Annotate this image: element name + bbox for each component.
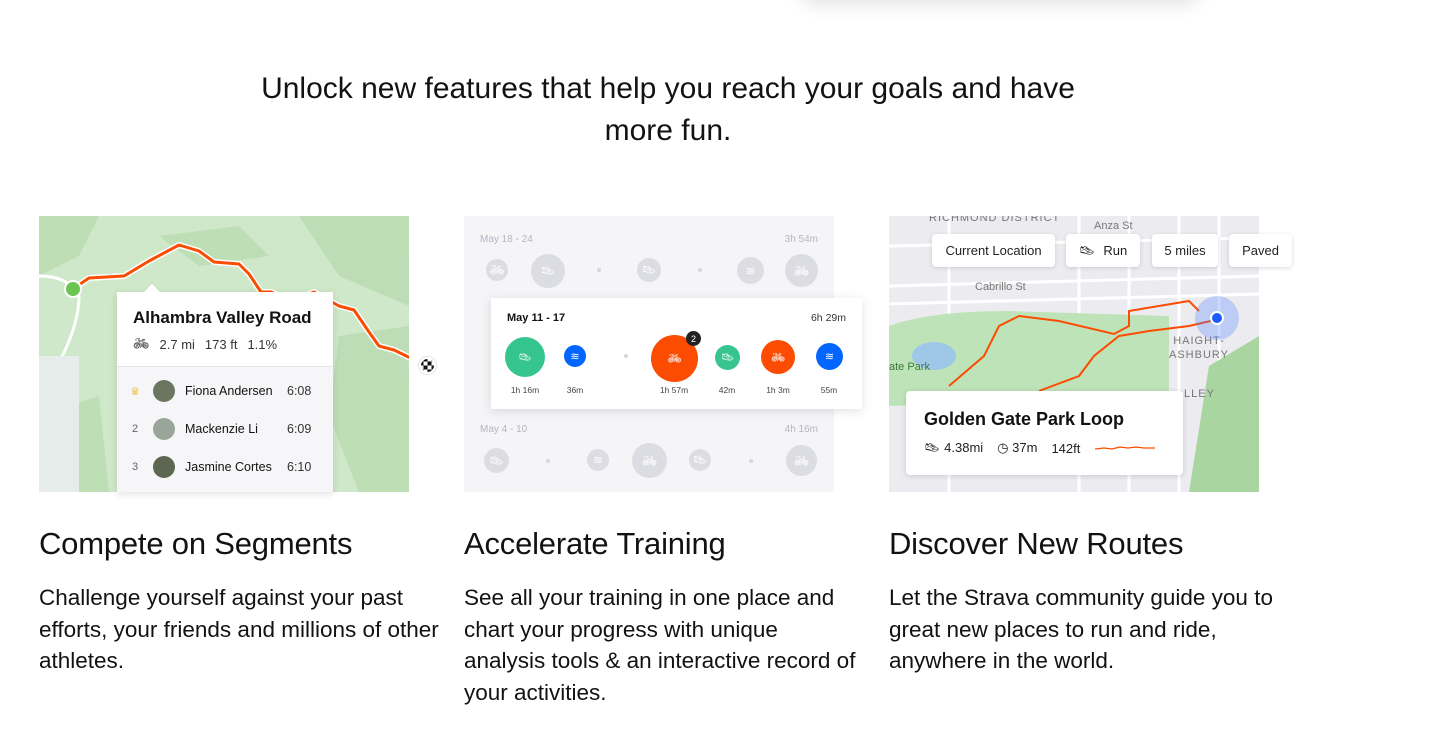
route-time: 37m (1012, 440, 1038, 455)
route-card[interactable]: Golden Gate Park Loop 👟︎ 4.38mi ◷ 37m 14… (906, 391, 1183, 475)
week-label: May 18 - 24 (480, 234, 533, 245)
activity-duration: 1h 16m (510, 385, 540, 395)
ride-activity-icon[interactable]: 🚲︎ (761, 340, 795, 374)
athlete-time: 6:08 (287, 384, 312, 398)
feature-description: See all your training in one place and c… (464, 585, 856, 705)
route-distance: 4.38mi (944, 440, 984, 455)
feature-training: May 18 - 24 3h 54m 🚲︎ 👟︎ 👟︎ ≋ 🚲︎ May 4 -… (464, 216, 862, 705)
avatar (153, 380, 175, 402)
bike-icon: 🚲︎ (486, 259, 508, 281)
bike-icon: 🚲︎ (785, 254, 818, 287)
bike-icon: 🚲︎ (133, 336, 150, 351)
segment-elevation: 173 ft (204, 336, 238, 352)
filter-distance[interactable]: 5 miles (1152, 234, 1218, 267)
avatar (153, 456, 175, 478)
route-elevation: 142ft (1051, 440, 1081, 456)
leaderboard-row[interactable]: 3 Jasmine Cortes 6:10 (117, 455, 333, 479)
segment-grade: 1.1% (247, 336, 278, 352)
segment-illustration: Alhambra Valley Road 🚲︎ 2.7 mi 173 ft 1.… (39, 216, 436, 492)
athlete-time: 6:09 (287, 422, 312, 436)
activity-duration: 1h 57m (659, 385, 689, 395)
avatar (153, 418, 175, 440)
leaderboard-row[interactable]: 2 Mackenzie Li 6:09 (117, 417, 333, 441)
filter-current-location[interactable]: Current Location (932, 234, 1055, 267)
week-total: 6h 29m (810, 312, 846, 324)
shoe-icon: 👟︎ (484, 448, 509, 473)
filter-run[interactable]: 👟︎ Run (1066, 234, 1140, 267)
activity-count-badge: 2 (686, 331, 701, 346)
routes-illustration: RICHMOND DISTRICT Anza St Cabrillo St HA… (889, 216, 1292, 492)
week-detail-popup[interactable]: May 11 - 17 6h 29m 👟︎ ≋ 🚲︎ 2 👟︎ 🚲︎ ≋ 1h … (491, 298, 862, 409)
rank: 3 (131, 461, 139, 473)
route-name: Golden Gate Park Loop (924, 409, 1125, 429)
activity-duration: 1h 3m (766, 385, 790, 395)
map-label: Cabrillo St (975, 281, 1026, 293)
run-activity-icon[interactable]: 👟︎ (715, 345, 740, 370)
segment-name: Alhambra Valley Road (133, 308, 312, 327)
feature-description: Challenge yourself against your past eff… (39, 585, 439, 673)
bike-icon: 🚲︎ (786, 445, 817, 476)
run-activity-icon[interactable]: 👟︎ (505, 337, 545, 377)
swim-activity-icon[interactable]: ≋ (816, 343, 843, 370)
filter-label: Current Location (945, 243, 1042, 258)
activity-duration: 42m (718, 385, 736, 395)
swim-icon: ≋ (587, 449, 609, 471)
segment-popup[interactable]: Alhambra Valley Road 🚲︎ 2.7 mi 173 ft 1.… (117, 284, 333, 492)
shoe-icon: 👟︎ (689, 449, 711, 471)
week-label: May 11 - 17 (507, 312, 566, 324)
athlete-time: 6:10 (287, 460, 312, 474)
shoe-icon: 👟︎ (924, 440, 941, 455)
elevation-sparkline (1095, 446, 1156, 450)
map-label: Anza St (1094, 220, 1133, 232)
filter-label: 5 miles (1164, 243, 1206, 258)
shoe-icon: 👟︎ (637, 258, 661, 282)
swim-activity-icon[interactable]: ≋ (564, 345, 586, 367)
feature-routes: RICHMOND DISTRICT Anza St Cabrillo St HA… (889, 216, 1292, 673)
feature-title: Accelerate Training (464, 526, 726, 561)
rank: 2 (131, 423, 139, 435)
athlete-name: Jasmine Cortes (185, 460, 272, 474)
segment-distance: 2.7 mi (159, 336, 195, 352)
filter-label: Paved (1242, 243, 1279, 258)
clock-icon: ◷ (997, 440, 1009, 455)
filter-surface[interactable]: Paved (1229, 234, 1292, 267)
leaderboard-row[interactable]: ♛ Fiona Andersen 6:08 (117, 379, 333, 403)
shoe-icon: 👟︎ (1078, 242, 1096, 258)
leaderboard: ♛ Fiona Andersen 6:08 2 Mackenzie Li 6:0… (117, 366, 333, 492)
bike-icon: 🚲︎ (632, 443, 667, 478)
activity-duration: 36m (566, 385, 584, 395)
map-label: ate Park (889, 361, 930, 373)
athlete-name: Mackenzie Li (185, 422, 258, 436)
current-location-marker (1195, 296, 1239, 340)
week-label: May 4 - 10 (480, 424, 528, 435)
week-total: 4h 16m (784, 424, 818, 435)
filter-label: Run (1103, 243, 1128, 258)
headline: Unlock new features that help you reach … (261, 72, 1075, 147)
feature-title: Compete on Segments (39, 526, 353, 561)
crown-icon: ♛ (130, 385, 140, 398)
athlete-name: Fiona Andersen (185, 384, 273, 398)
feature-segments: Alhambra Valley Road 🚲︎ 2.7 mi 173 ft 1.… (39, 216, 439, 673)
map-label: LLEY (1184, 388, 1215, 400)
shoe-icon: 👟︎ (531, 254, 565, 288)
training-illustration: May 18 - 24 3h 54m 🚲︎ 👟︎ 👟︎ ≋ 🚲︎ May 4 -… (464, 216, 862, 492)
feature-description: Let the Strava community guide you to gr… (889, 585, 1273, 673)
swim-icon: ≋ (737, 257, 764, 284)
start-marker (64, 280, 82, 298)
map-label: RICHMOND DISTRICT (929, 216, 1061, 224)
feature-title: Discover New Routes (889, 526, 1184, 561)
activity-duration: 55m (820, 385, 838, 395)
week-total: 3h 54m (784, 234, 818, 245)
finish-flag-icon (419, 357, 436, 374)
